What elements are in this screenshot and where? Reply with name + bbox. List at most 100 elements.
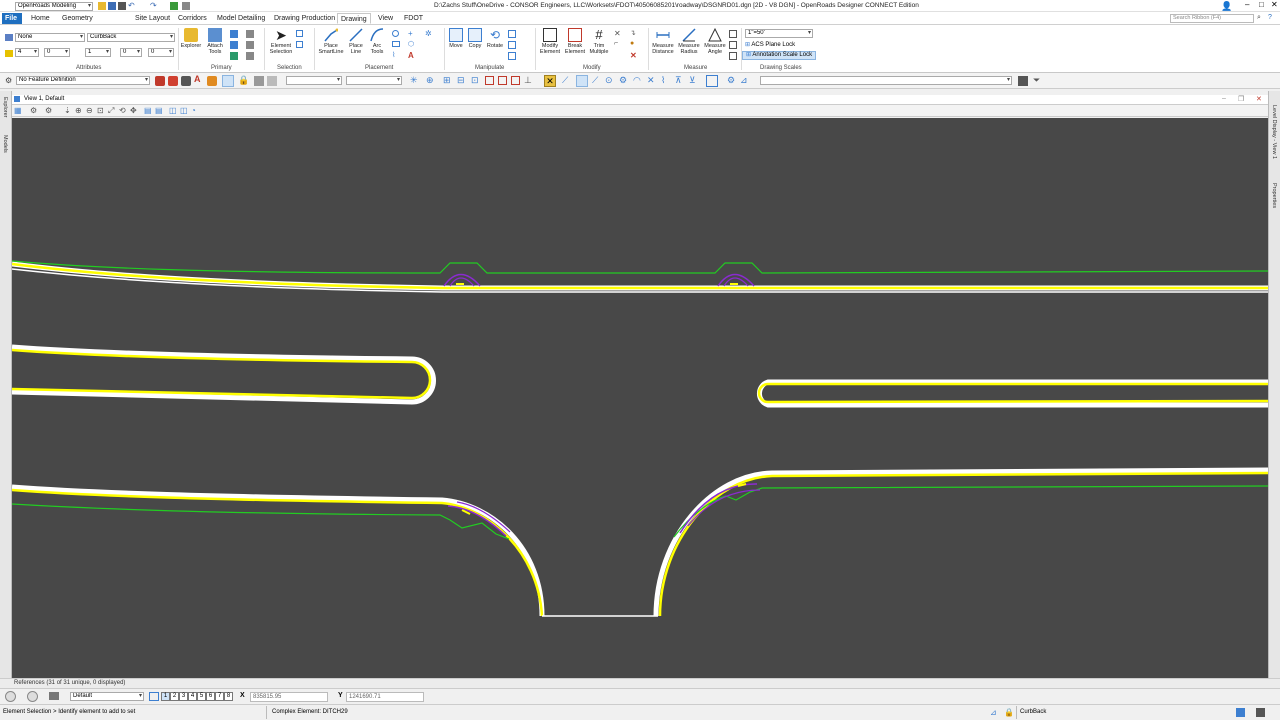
view-button-7[interactable]: 7	[215, 692, 224, 701]
scale-icon[interactable]	[508, 30, 516, 38]
level-display-dock-tab[interactable]: Level Display - View 1	[1271, 105, 1277, 159]
window-area-icon[interactable]: ⊡	[97, 106, 104, 115]
fillet-icon[interactable]: ↴	[630, 29, 636, 37]
messages-icon[interactable]	[1256, 708, 1265, 717]
tab-drawing[interactable]: Drawing	[337, 13, 371, 24]
snap-circle-icon[interactable]: ⊙	[605, 75, 613, 86]
previous-view-icon[interactable]: ▤	[144, 106, 152, 115]
maximize-button[interactable]: □	[1259, 0, 1264, 9]
move-button[interactable]: Move	[446, 28, 466, 49]
next-view-icon[interactable]: ▤	[155, 106, 163, 115]
measure-distance-button[interactable]: Measure Distance	[650, 28, 676, 55]
select-all-icon[interactable]	[296, 30, 303, 37]
array-icon[interactable]	[508, 52, 516, 60]
construct-icon[interactable]: ●	[630, 40, 634, 47]
element-selection-button[interactable]: ➤ Element Selection	[266, 28, 296, 55]
color-combo[interactable]: 4	[15, 48, 39, 57]
lock-status-icon[interactable]: 🔒	[1004, 708, 1014, 717]
snap-mode-combo[interactable]	[286, 76, 342, 85]
view-settings-icon[interactable]: ⚙	[45, 106, 52, 115]
priority-combo[interactable]: 0	[148, 48, 174, 57]
curve-icon[interactable]: ⌇	[392, 51, 395, 59]
annotate-icon[interactable]: A	[194, 74, 201, 84]
view-button-8[interactable]: 8	[224, 692, 233, 701]
edit-icon[interactable]	[207, 76, 217, 86]
fence-icon[interactable]	[296, 41, 303, 48]
close-button[interactable]: ✕	[1271, 0, 1278, 9]
acs-plane-lock-toggle[interactable]: ⊞ ACS Plane Lock	[745, 41, 795, 48]
zoom-out-icon[interactable]: ⊖	[86, 106, 93, 115]
camera-icon[interactable]: ◔	[191, 106, 196, 115]
view-button-1[interactable]: 1	[161, 692, 170, 701]
settings-icon[interactable]	[182, 2, 190, 10]
snap-bisector-icon[interactable]	[485, 76, 494, 85]
view-button-2[interactable]: 2	[170, 692, 179, 701]
snap-settings-icon[interactable]: ⚙	[727, 75, 735, 86]
delete-icon[interactable]: ✕	[630, 51, 637, 60]
feature-color-icon[interactable]	[155, 76, 165, 86]
snap-filter-combo[interactable]	[760, 76, 1012, 85]
annotation-scale-lock-toggle[interactable]: ⊞ Annotation Scale Lock	[742, 51, 816, 60]
view-button-4[interactable]: 4	[188, 692, 197, 701]
measure-area-icon[interactable]	[729, 30, 737, 38]
feature-definition-combo[interactable]: No Feature Definition	[16, 76, 150, 85]
point-icon[interactable]: ✲	[425, 29, 432, 38]
references-icon[interactable]	[230, 52, 238, 60]
drawing-canvas[interactable]	[12, 118, 1268, 678]
open-folder-icon[interactable]	[98, 2, 106, 10]
forward-icon[interactable]	[27, 691, 38, 702]
levels-icon[interactable]	[230, 41, 238, 49]
user-icon[interactable]: 👤	[1221, 1, 1232, 12]
snap-quad-icon[interactable]	[576, 75, 588, 87]
view-status-icon[interactable]	[1236, 708, 1245, 717]
rotate-button[interactable]: ⟲ Rotate	[484, 28, 506, 49]
view-button-6[interactable]: 6	[206, 692, 215, 701]
lock-icon[interactable]: 🔒	[238, 75, 249, 86]
tab-corridors[interactable]: Corridors	[175, 13, 210, 24]
view-button-5[interactable]: 5	[197, 692, 206, 701]
properties-icon[interactable]	[246, 41, 254, 49]
view-group-combo[interactable]: Default	[70, 692, 144, 701]
snap-line-icon[interactable]: ⟋	[562, 75, 568, 86]
explorer-button[interactable]: Explorer	[180, 28, 202, 49]
snap-gear-icon[interactable]: ⚙	[619, 75, 627, 86]
update-view-icon[interactable]: ⇣	[64, 106, 71, 115]
measure-angle-button[interactable]: Measure Angle	[702, 28, 728, 55]
pan-view-icon[interactable]: ✥	[130, 106, 137, 115]
extend-icon[interactable]: ✕	[614, 29, 621, 38]
explorer-dock-tab[interactable]: Explorer	[2, 97, 8, 117]
back-icon[interactable]	[5, 691, 16, 702]
view-display-icon[interactable]: ⚙	[30, 106, 37, 115]
drawing-scale-combo[interactable]: 1"=50'	[745, 29, 813, 38]
x-coordinate-field[interactable]: 835815.95	[250, 692, 328, 702]
break-element-button[interactable]: Break Element	[563, 28, 587, 55]
text-icon[interactable]: A	[408, 51, 414, 60]
folder-icon[interactable]	[49, 692, 59, 700]
snap-end-icon[interactable]: ⟋	[592, 75, 598, 86]
undo-icon[interactable]: ↶	[128, 1, 135, 10]
models-dock-tab[interactable]: Models	[2, 135, 8, 153]
snap-tie-icon[interactable]: ⊼	[675, 75, 682, 86]
snap-nearest-icon[interactable]: ⊞	[443, 75, 451, 86]
snap-perp-icon[interactable]: ⊥	[524, 75, 532, 86]
snap-tangent-icon[interactable]	[511, 76, 520, 85]
view-groups-icon[interactable]	[149, 692, 159, 701]
references-status[interactable]: References (31 of 31 unique, 0 displayed…	[14, 680, 125, 686]
chamfer-icon[interactable]: ⌐	[614, 40, 618, 47]
attach-tools-button[interactable]: Attach Tools	[204, 28, 226, 55]
copy-button[interactable]: Copy	[466, 28, 484, 49]
vehicle-icon[interactable]	[181, 76, 191, 86]
tab-site-layout[interactable]: Site Layout	[132, 13, 173, 24]
measure-radius-button[interactable]: Measure Radius	[676, 28, 702, 55]
snap-center-icon[interactable]: ⊕	[426, 75, 434, 86]
filter-icon[interactable]: ⏷	[1033, 75, 1040, 86]
workflow-selector[interactable]: OpenRoads Modeling	[15, 2, 93, 11]
find-icon[interactable]	[246, 52, 254, 60]
minimize-button[interactable]: –	[1245, 0, 1249, 9]
properties-dock-tab[interactable]: Properties	[1271, 183, 1277, 208]
tab-home[interactable]: Home	[28, 13, 53, 24]
measure-volume-icon[interactable]	[729, 41, 737, 49]
paint-icon[interactable]	[168, 76, 178, 86]
level-combo[interactable]: None	[15, 33, 85, 42]
fit-view-icon[interactable]: ⤢	[108, 106, 114, 116]
